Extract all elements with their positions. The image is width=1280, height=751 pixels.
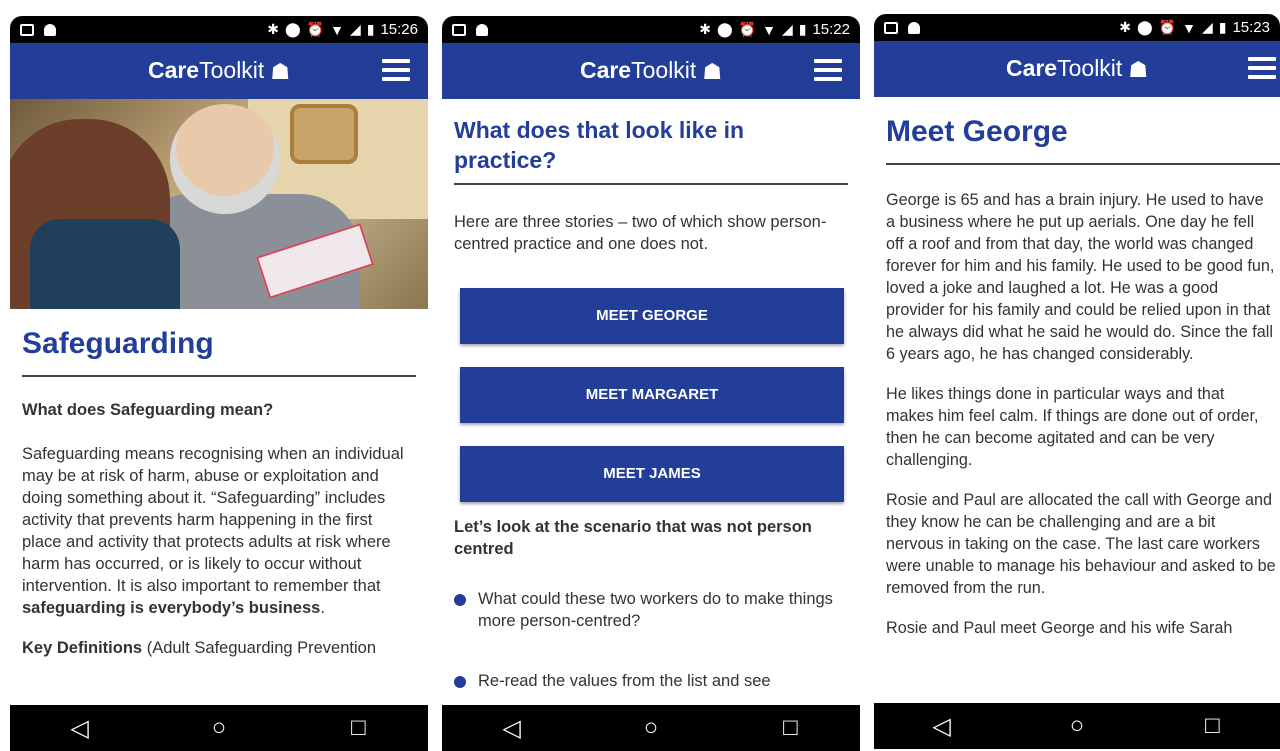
system-nav-bar: ◁ ○ □ [442,705,860,751]
intro-text: Here are three stories – two of which sh… [454,213,827,253]
brand-bold: Care [1005,55,1058,81]
page-content: What does that look like in practice? He… [442,99,860,705]
wifi-icon: ▼ [1182,19,1196,36]
hamburger-menu-icon[interactable] [1248,57,1276,81]
signal-icon: ◢ [349,21,361,37]
app-logo[interactable]: CareToolkit ☗ [1006,55,1148,83]
system-nav-bar: ◁ ○ □ [10,705,428,751]
wifi-icon: ▼ [330,21,344,38]
dnd-icon: ⬤ [716,21,733,37]
hamburger-menu-icon[interactable] [382,59,410,83]
battery-icon: ▮ [798,21,807,37]
page-title: What does that look like in practice? [454,117,745,173]
recents-button[interactable]: □ [338,714,378,742]
dnd-icon: ⬤ [284,21,301,37]
status-bar: ✱ ⬤ ⏰ ▼ ◢ ▮ 15:22 [442,16,860,43]
page-content: Safeguarding What does Safeguarding mean… [10,99,428,705]
brand-bold: Care [147,57,200,83]
bluetooth-icon: ✱ [267,21,279,37]
story-paragraph: Rosie and Paul are allocated the call wi… [886,491,1276,597]
recents-button[interactable]: □ [1192,712,1232,740]
brand-regular: Toolkit [1057,55,1123,81]
brand-bold: Care [579,57,632,83]
list-item: Re-read the values from the list and see [454,670,848,692]
back-button[interactable]: ◁ [922,712,962,741]
brand-regular: Toolkit [631,57,697,83]
app-bar: CareToolkit ☗ [874,41,1280,97]
story-paragraph: He likes things done in particular ways … [886,385,1259,469]
phone-screen-george: ✱ ⬤ ⏰ ▼ ◢ ▮ 15:23 CareToolkit ☗ Meet Geor… [874,14,1280,749]
scenario-heading: Let’s look at the scenario that was not … [454,518,812,558]
app-logo[interactable]: CareToolkit ☗ [148,57,290,85]
battery-icon: ▮ [1218,19,1227,35]
app-bar: CareToolkit ☗ [442,43,860,99]
phone-screen-practice: ✱ ⬤ ⏰ ▼ ◢ ▮ 15:22 CareToolkit ☗ What does… [442,16,860,751]
home-button[interactable]: ○ [1057,712,1097,740]
home-icon: ☗ [702,59,723,84]
hero-photo [10,99,428,309]
status-bar: ✱ ⬤ ⏰ ▼ ◢ ▮ 15:26 [10,16,428,43]
brand-regular: Toolkit [199,57,265,83]
section-question: What does Safeguarding mean? [22,401,274,419]
hamburger-menu-icon[interactable] [814,59,842,83]
alarm-icon: ⏰ [738,21,757,37]
bluetooth-icon: ✱ [699,21,711,37]
meet-james-button[interactable]: MEET JAMES [460,446,844,502]
story-paragraph: George is 65 and has a brain injury. He … [886,191,1275,363]
battery-icon: ▮ [366,21,375,37]
home-button[interactable]: ○ [199,714,239,742]
key-definitions: Key Definitions (Adult Safeguarding Prev… [22,639,377,657]
page-title: Safeguarding [22,327,214,360]
screenshot-icon [20,23,34,36]
meet-george-button[interactable]: MEET GEORGE [460,288,844,344]
app-bar: CareToolkit ☗ [10,43,428,99]
home-button[interactable]: ○ [631,714,671,742]
page-title: Meet George [886,115,1068,148]
bluetooth-icon: ✱ [1119,19,1131,35]
list-item: What could these two workers do to make … [454,588,848,632]
title-divider [454,183,848,185]
screenshot-icon [884,21,898,34]
status-bar: ✱ ⬤ ⏰ ▼ ◢ ▮ 15:23 [874,14,1280,41]
meet-margaret-button[interactable]: MEET MARGARET [460,367,844,423]
alarm-icon: ⏰ [306,21,325,37]
app-logo[interactable]: CareToolkit ☗ [580,57,722,85]
screenshot-icon [452,23,466,36]
signal-icon: ◢ [781,21,793,37]
body-paragraph: Safeguarding means recognising when an i… [22,445,404,617]
title-divider [22,375,416,377]
android-icon [476,23,488,36]
dnd-icon: ⬤ [1136,19,1153,35]
android-icon [44,23,56,36]
system-nav-bar: ◁ ○ □ [874,703,1280,749]
story-paragraph: Rosie and Paul meet George and his wife … [886,619,1233,637]
android-icon [908,21,920,34]
wifi-icon: ▼ [762,21,776,38]
signal-icon: ◢ [1201,19,1213,35]
status-time: 15:23 [1232,19,1270,36]
recents-button[interactable]: □ [770,714,810,742]
back-button[interactable]: ◁ [492,714,532,743]
page-content: Meet George George is 65 and has a brain… [874,97,1280,703]
alarm-icon: ⏰ [1158,19,1177,35]
phone-screen-safeguarding: ✱ ⬤ ⏰ ▼ ◢ ▮ 15:26 CareToolkit ☗ Safeguard… [10,16,428,751]
status-time: 15:26 [380,21,418,38]
title-divider [886,163,1280,165]
home-icon: ☗ [1128,57,1149,82]
back-button[interactable]: ◁ [60,714,100,743]
home-icon: ☗ [270,59,291,84]
status-time: 15:22 [812,21,850,38]
